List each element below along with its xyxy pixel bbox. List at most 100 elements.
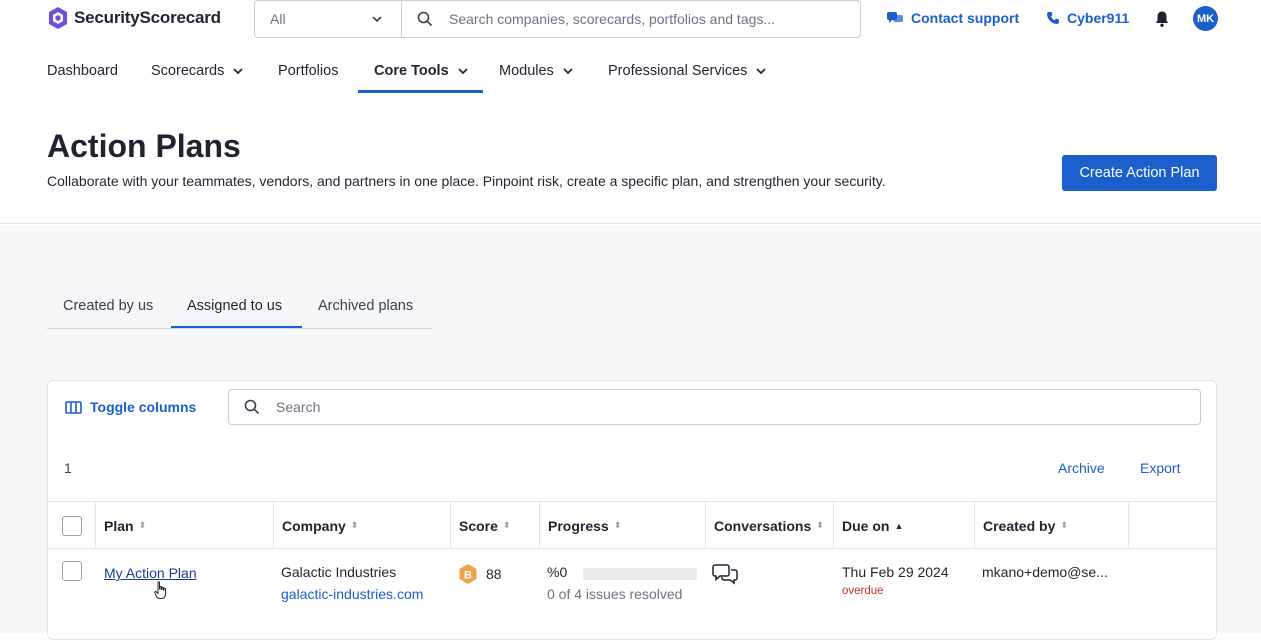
chevron-down-icon: [563, 67, 573, 74]
nav-item-professional-services[interactable]: Professional Services: [608, 48, 767, 93]
action-plans-table-card: Toggle columns Search 1 Archive Export P…: [47, 380, 1217, 640]
row-checkbox[interactable]: [62, 561, 82, 581]
global-search-placeholder: Search companies, scorecards, portfolios…: [449, 11, 776, 27]
chat-support-icon: [887, 12, 903, 23]
column-header-created-by[interactable]: Created by ⬍: [975, 502, 1129, 549]
select-all-cell: [48, 502, 96, 549]
nav-item-portfolios[interactable]: Portfolios: [278, 48, 338, 93]
sort-icon: ⬍: [138, 520, 147, 530]
column-header-label: Score: [459, 517, 498, 534]
phone-icon: [1047, 12, 1059, 24]
table-search-placeholder: Search: [276, 399, 321, 415]
nav-item-label: Modules: [499, 62, 554, 79]
sort-icon: ⬍: [613, 520, 622, 530]
tab-created-by-us[interactable]: Created by us: [63, 298, 153, 314]
user-avatar[interactable]: MK: [1193, 6, 1218, 31]
create-action-plan-button[interactable]: Create Action Plan: [1062, 155, 1217, 191]
columns-icon: [65, 400, 82, 414]
nav-item-label: Professional Services: [608, 62, 748, 79]
column-header-progress[interactable]: Progress ⬍: [540, 502, 706, 549]
column-header-company[interactable]: Company ⬍: [274, 502, 451, 549]
contact-support-label: Contact support: [911, 10, 1020, 26]
contact-support-link[interactable]: Contact support: [886, 10, 1019, 26]
nav-item-dashboard[interactable]: Dashboard: [47, 48, 118, 93]
chevron-down-icon: [458, 67, 468, 74]
cyber911-link[interactable]: Cyber911: [1046, 10, 1129, 26]
table-row: My Action Plan Galactic Industries galac…: [48, 549, 1216, 639]
notifications-button[interactable]: [1154, 10, 1170, 33]
chevron-down-icon: [372, 16, 382, 23]
table-search-input[interactable]: Search: [228, 389, 1201, 425]
toggle-columns-label: Toggle columns: [90, 399, 197, 415]
column-header-label: Due on: [842, 517, 890, 534]
column-header-plan[interactable]: Plan ⬍: [96, 502, 274, 549]
column-header-label: Progress: [548, 517, 609, 534]
brand-logo-icon: [49, 7, 67, 29]
archive-button[interactable]: Archive: [1058, 460, 1105, 476]
tab-archived-plans[interactable]: Archived plans: [318, 298, 413, 314]
page-header: Action Plans Collaborate with your teamm…: [0, 94, 1261, 224]
conversation-icon: [712, 564, 738, 585]
plan-name-link[interactable]: My Action Plan: [104, 565, 197, 581]
company-domain-link[interactable]: galactic-industries.com: [281, 586, 423, 602]
bell-icon: [1155, 11, 1169, 27]
column-header-label: Plan: [104, 517, 134, 534]
overdue-badge: overdue: [842, 585, 884, 597]
company-name: Galactic Industries: [281, 564, 397, 580]
nav-item-label: Portfolios: [278, 62, 339, 79]
column-header-due-on[interactable]: Due on ▲: [834, 502, 975, 549]
page-title: Action Plans: [47, 128, 241, 164]
toggle-columns-button[interactable]: Toggle columns: [65, 399, 196, 415]
cyber911-label: Cyber911: [1067, 10, 1130, 26]
score-value: 88: [486, 566, 502, 582]
search-icon: [417, 11, 433, 27]
tab-assigned-to-us[interactable]: Assigned to us: [187, 298, 282, 314]
sort-icon: ⬍: [816, 520, 824, 530]
due-date: Thu Feb 29 2024: [842, 564, 949, 580]
nav-item-core-tools[interactable]: Core Tools: [374, 48, 469, 93]
nav-item-label: Dashboard: [47, 62, 118, 79]
column-header-label: Created by: [983, 517, 1056, 534]
conversations-button[interactable]: [712, 563, 738, 588]
sort-icon: ⬍: [1060, 520, 1068, 530]
global-search-input[interactable]: Search companies, scorecards, portfolios…: [401, 0, 861, 38]
content-area: Created by us Assigned to us Archived pl…: [0, 225, 1261, 640]
nav-item-label: Core Tools: [374, 62, 449, 79]
tab-active-indicator: [171, 326, 302, 328]
search-scope-value: All: [270, 11, 286, 27]
page-subtitle: Collaborate with your teammates, vendors…: [47, 173, 886, 189]
nav-item-scorecards[interactable]: Scorecards: [151, 48, 244, 93]
search-scope-select[interactable]: All: [254, 0, 401, 38]
nav-item-modules[interactable]: Modules: [499, 48, 574, 93]
nav-active-indicator: [358, 90, 483, 93]
row-select-cell: [62, 561, 82, 581]
search-icon: [244, 399, 260, 415]
column-header-conversations[interactable]: Conversations ⬍: [706, 502, 834, 549]
created-by-email: mkano+demo@se...: [982, 564, 1108, 580]
column-header-score[interactable]: Score ⬍: [451, 502, 540, 549]
table-header: Plan ⬍ Company ⬍ Score ⬍ Progress ⬍ Conv…: [48, 501, 1216, 549]
column-header-label: Company: [282, 517, 346, 534]
results-count: 1: [64, 460, 72, 476]
grade-badge-icon: B: [459, 564, 477, 584]
score-cell: B 88: [458, 563, 502, 585]
export-button[interactable]: Export: [1140, 460, 1180, 476]
top-bar: SecurityScorecard All Search companies, …: [0, 0, 1261, 40]
grade-letter: B: [464, 570, 472, 582]
column-header-label: Conversations: [714, 517, 812, 534]
sort-icon: ⬍: [350, 520, 359, 530]
brand-name: SecurityScorecard: [74, 8, 221, 27]
progress-percent: %0: [547, 564, 568, 580]
plan-tabs: Created by us Assigned to us Archived pl…: [47, 289, 432, 329]
sort-ascending-icon: ▲: [894, 520, 904, 531]
brand-logo[interactable]: SecurityScorecard: [47, 6, 221, 30]
select-all-checkbox[interactable]: [62, 515, 82, 536]
progress-bar: [583, 568, 697, 580]
chevron-down-icon: [756, 67, 767, 74]
nav-item-label: Scorecards: [151, 62, 225, 79]
progress-detail: 0 of 4 issues resolved: [547, 586, 683, 602]
chevron-down-icon: [233, 67, 243, 74]
hand-cursor-icon: [154, 581, 166, 599]
sort-icon: ⬍: [502, 520, 511, 530]
main-nav: Dashboard Scorecards Portfolios Core Too…: [0, 48, 1261, 94]
